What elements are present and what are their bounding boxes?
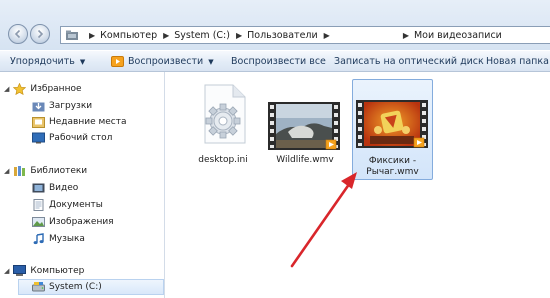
organize-button[interactable]: Упорядочить ▼ <box>10 51 85 72</box>
navigation-pane: ◢ Избранное Загрузки Недавние места Рабо… <box>0 72 165 298</box>
play-icon <box>111 56 124 67</box>
file-list: desktop.ini Wildlife.wmv Фиксики - Рычаг… <box>165 72 550 298</box>
breadcrumb-computer[interactable]: Компьютер ▶ <box>100 27 174 43</box>
nav-favorites[interactable]: ◢ Избранное <box>4 82 82 96</box>
settings-file-icon <box>204 84 246 144</box>
documents-library-icon <box>33 199 44 211</box>
sidebar-item-video[interactable]: Видео <box>32 181 78 195</box>
forward-button[interactable] <box>30 24 50 44</box>
redacted-username <box>334 30 397 40</box>
play-all-button[interactable]: Воспроизвести все <box>231 51 326 72</box>
pictures-library-icon <box>32 217 45 227</box>
nav-computer[interactable]: ◢ Компьютер <box>4 264 84 278</box>
sidebar-item-documents[interactable]: Документы <box>32 198 103 212</box>
sidebar-item-recent-places[interactable]: Недавние места <box>32 115 127 129</box>
desktop-icon <box>32 132 45 144</box>
breadcrumb-separator-icon[interactable]: ▶ <box>163 31 169 40</box>
back-arrow-icon <box>14 29 21 39</box>
music-library-icon <box>33 233 44 245</box>
burn-button[interactable]: Записать на оптический диск <box>334 51 484 72</box>
breadcrumb-my-videos[interactable]: Мои видеозаписи <box>414 27 502 43</box>
video-thumbnail-icon <box>268 102 340 150</box>
address-field[interactable]: ▶ Компьютер ▶ System (C:) ▶ Пользователи ▶ … <box>60 26 550 44</box>
breadcrumb-users[interactable]: Пользователи ▶ <box>247 27 335 43</box>
breadcrumb-username[interactable]: ▶ <box>334 27 414 43</box>
computer-icon <box>13 265 27 276</box>
address-bar-area: ▶ Компьютер ▶ System (C:) ▶ Пользователи ▶ … <box>0 0 550 50</box>
chevron-down-icon[interactable]: ◢ <box>4 167 9 175</box>
breadcrumb-separator-icon[interactable]: ▶ <box>403 31 409 40</box>
folder-icon <box>66 30 78 40</box>
dropdown-arrow-icon: ▼ <box>79 57 86 66</box>
breadcrumb-separator-icon[interactable]: ▶ <box>324 31 330 40</box>
sidebar-item-music[interactable]: Музыка <box>32 232 85 246</box>
file-item-fixiki-wmv[interactable]: Фиксики - Рычаг.wmv <box>352 79 433 180</box>
file-item-desktop-ini[interactable]: desktop.ini <box>183 80 263 176</box>
downloads-folder-icon <box>32 102 45 112</box>
drive-icon <box>32 282 45 292</box>
command-bar: Упорядочить ▼ Воспроизвести ▼ Воспроизве… <box>0 50 550 72</box>
breadcrumb-separator-icon[interactable]: ▶ <box>89 31 95 40</box>
back-button[interactable] <box>8 24 28 44</box>
video-thumbnail-icon <box>356 100 428 148</box>
sidebar-item-pictures[interactable]: Изображения <box>32 215 114 229</box>
sidebar-item-desktop[interactable]: Рабочий стол <box>32 131 112 145</box>
chevron-down-icon[interactable]: ◢ <box>4 85 9 93</box>
breadcrumb-separator-icon[interactable]: ▶ <box>236 31 242 40</box>
dropdown-arrow-icon: ▼ <box>208 57 214 66</box>
chevron-down-icon[interactable]: ◢ <box>4 267 9 275</box>
breadcrumb-system-drive[interactable]: System (C:) ▶ <box>174 27 247 43</box>
nav-libraries[interactable]: ◢ Библиотеки <box>4 164 87 178</box>
forward-arrow-icon <box>37 29 44 39</box>
star-icon <box>13 83 27 95</box>
sidebar-item-downloads[interactable]: Загрузки <box>32 99 92 113</box>
play-button[interactable]: Воспроизвести ▼ <box>111 51 214 72</box>
libraries-icon <box>14 166 26 176</box>
sidebar-item-system-drive[interactable]: System (C:) <box>18 279 164 295</box>
recent-places-icon <box>32 117 45 128</box>
new-folder-button[interactable]: Новая папка <box>486 51 549 72</box>
video-library-icon <box>32 183 45 193</box>
file-item-wildlife-wmv[interactable]: Wildlife.wmv <box>265 80 345 176</box>
